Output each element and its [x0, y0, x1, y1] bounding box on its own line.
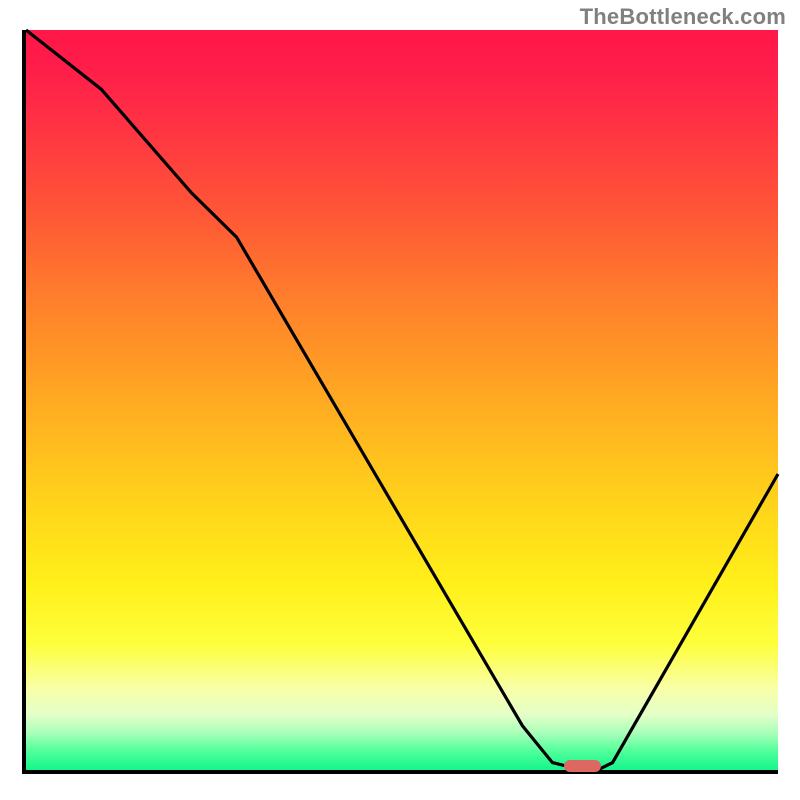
optimal-marker — [564, 760, 602, 772]
bottleneck-curve — [26, 30, 778, 770]
plot-area — [22, 30, 778, 774]
watermark-text: TheBottleneck.com — [580, 4, 786, 30]
curve-path — [26, 30, 778, 770]
chart-container: TheBottleneck.com — [0, 0, 800, 800]
